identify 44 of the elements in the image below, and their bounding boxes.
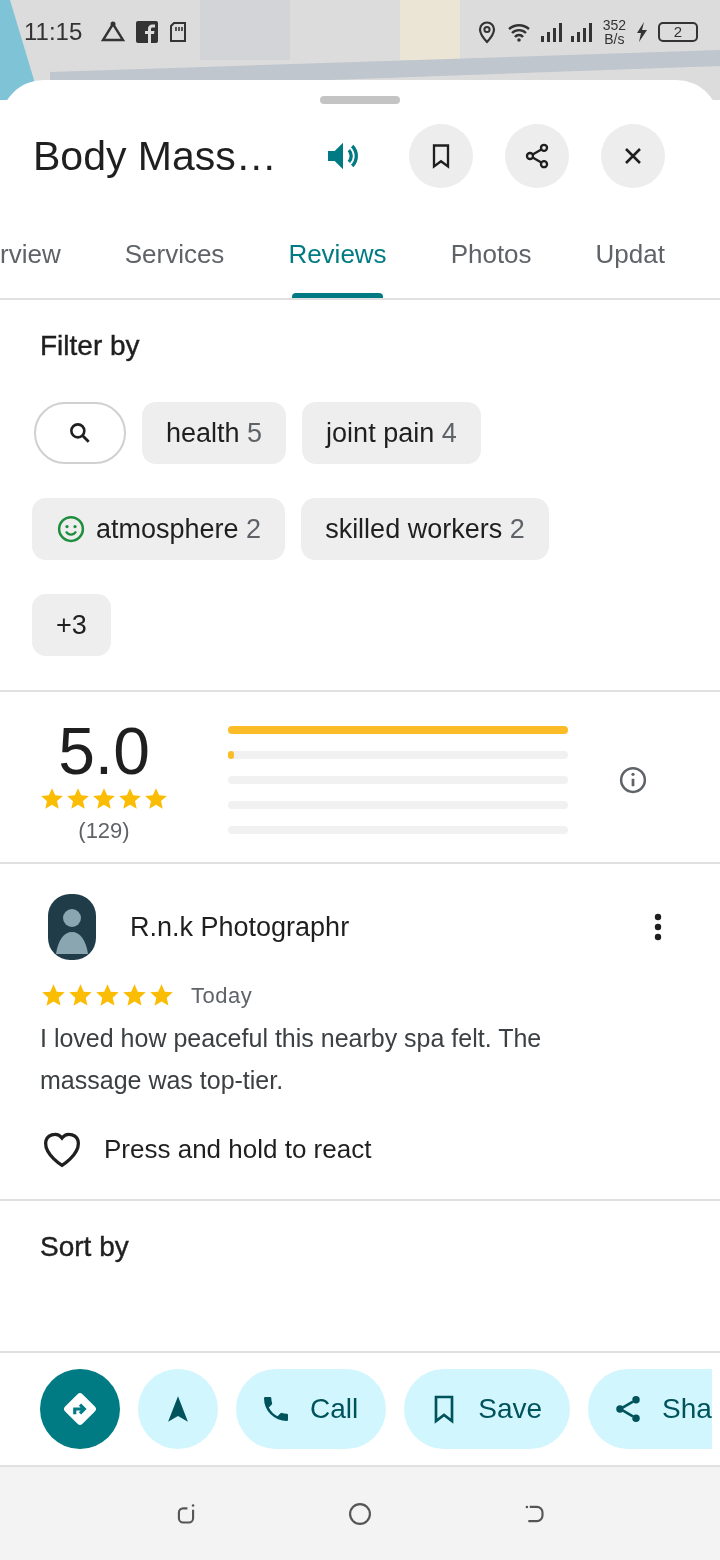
save-button[interactable]: Save [404,1369,571,1449]
review-text: I loved how peaceful this nearby spa felt. The massage was top-tier. [40,1023,543,1096]
triangle-icon [100,21,127,43]
smiley-icon [56,514,86,544]
filter-chip[interactable]: health 5 [142,402,287,464]
rating-score: 5.0 [58,716,150,786]
reviewer-name[interactable]: R.n.k Photographr [130,911,620,943]
review-count: (129) [78,818,130,844]
location-icon [476,20,497,44]
more-chip[interactable]: +3 [32,594,111,656]
tab[interactable]: Updat [563,210,697,298]
tab[interactable]: Reviews [256,210,419,298]
sd-card-icon [168,21,189,43]
filter-chip[interactable]: skilled workers 2 [301,498,549,560]
filter-chip[interactable]: joint pain 4 [302,402,481,464]
tab[interactable]: Services [92,210,257,298]
star-icon [91,786,117,812]
social-app-icon [136,21,159,43]
battery-indicator: 2 [658,22,698,42]
share-button[interactable]: Sha [588,1369,712,1449]
call-button[interactable]: Call [236,1369,387,1449]
star-icon [117,786,143,812]
info-icon[interactable] [618,765,648,795]
place-title: Body Mass… [33,132,278,180]
star-icon [39,786,65,812]
avatar[interactable] [48,894,96,960]
more-options-icon[interactable] [654,913,662,941]
wifi-icon [506,22,531,42]
section-heading: Filter by [40,330,141,362]
filter-chip[interactable]: atmosphere 2 [32,498,286,560]
status-time: 11:15 [24,18,83,46]
star-icon [65,786,91,812]
tab[interactable]: rview [0,210,93,298]
section-heading: Sort by [40,1231,130,1263]
signal-icon [540,22,593,42]
network-speed: 352 [602,18,626,32]
star-icon [143,786,169,812]
share-icon [523,142,551,170]
tab[interactable]: Photos [418,210,564,298]
drag-handle[interactable] [320,96,400,104]
charging-icon [636,22,648,42]
speed-unit: B/s [604,32,625,46]
review-date: Today [191,982,253,1009]
react-button[interactable]: Press and hold to react [40,1129,410,1169]
